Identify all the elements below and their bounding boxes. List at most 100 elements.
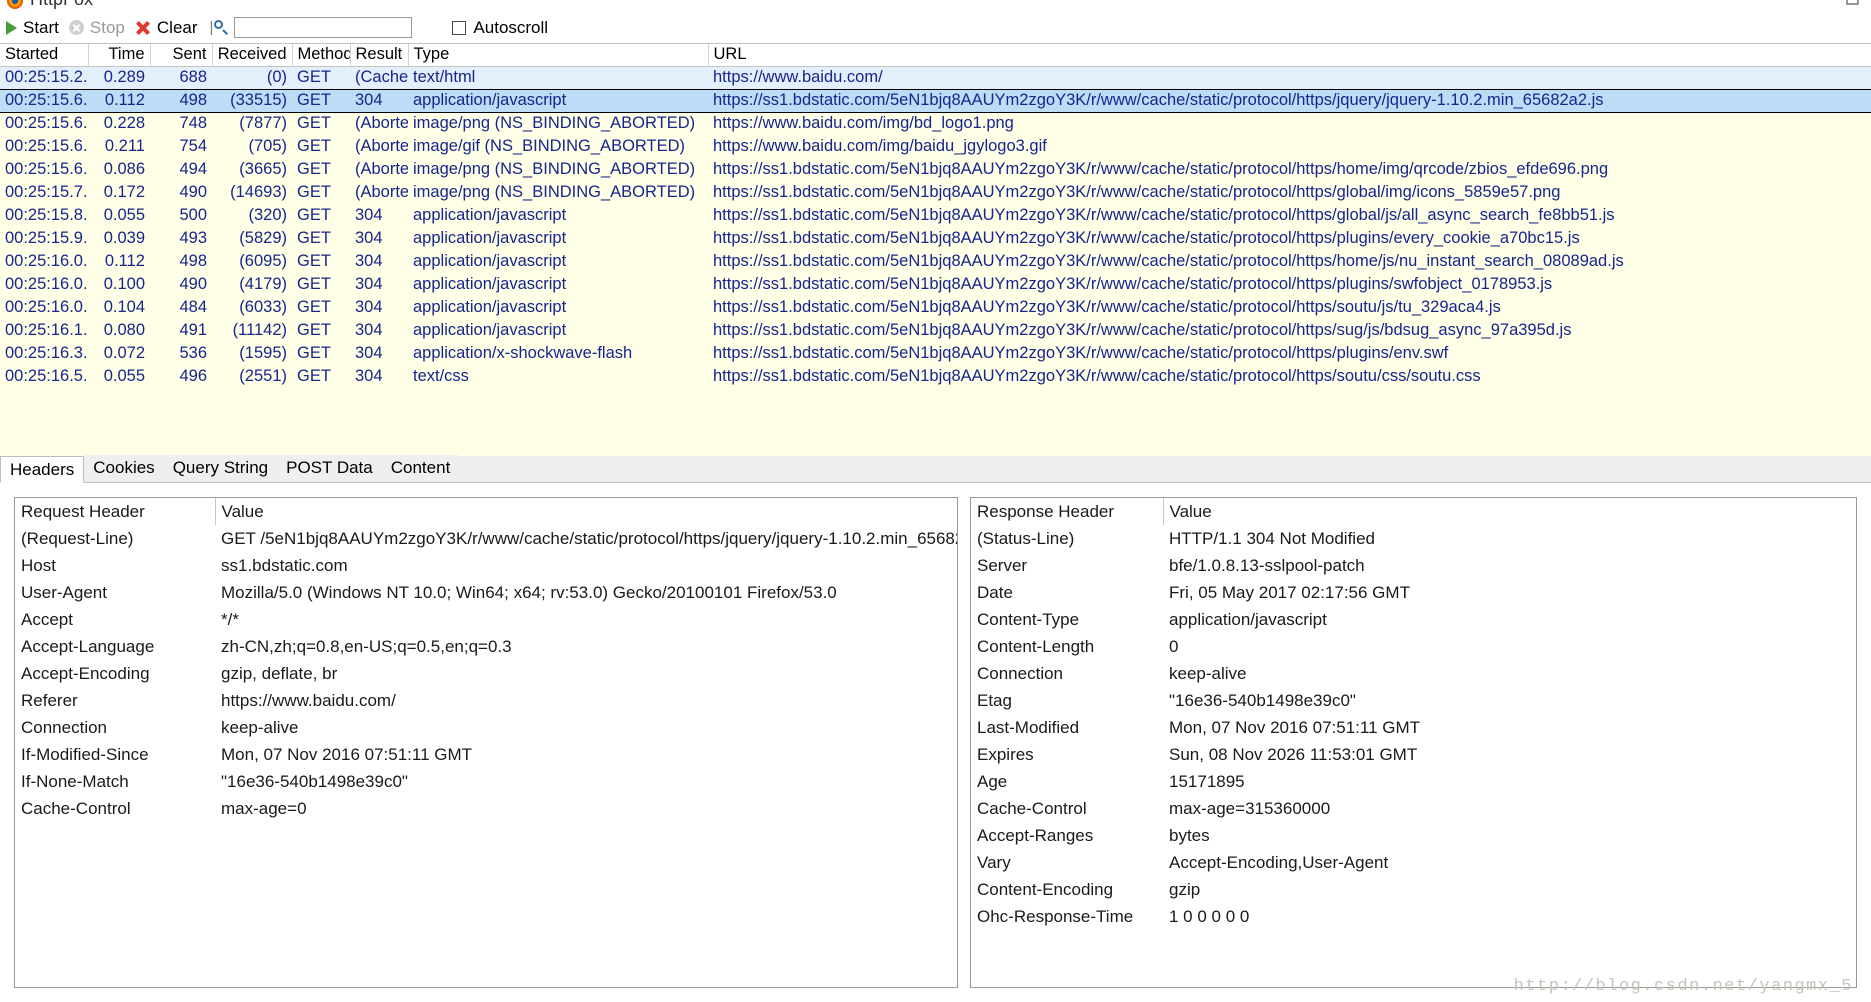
table-row[interactable]: 00:25:16.3... 0.072 536 (1595) GET 304 applica… (0, 342, 1871, 365)
header-row[interactable]: Cache-Control max-age=0 (15, 795, 957, 822)
header-row[interactable]: Server bfe/1.0.8.13-sslpool-patch (971, 552, 1856, 579)
header-row[interactable]: Connection keep-alive (971, 660, 1856, 687)
table-row[interactable]: 00:25:15.6...0.211754(705)GET(Aborted)im… (0, 135, 1871, 158)
header-value: HTTP/1.1 304 Not Modified (1169, 528, 1375, 548)
filter-input[interactable] (234, 17, 413, 38)
cell-type: image/png (NS_BINDING_ABORTED) (408, 158, 708, 181)
header-value: max-age=315360000 (1169, 798, 1331, 818)
stop-button[interactable]: Stop (68, 18, 125, 38)
table-row[interactable]: 00:25:16.0... 0.100 490 (4179) GET 304 applica… (0, 273, 1871, 296)
cell-result: 304 (350, 88, 408, 113)
column-header-result[interactable]: Result (350, 44, 409, 67)
search-icon[interactable] (214, 20, 229, 35)
header-row[interactable]: Age 15171895 (971, 768, 1856, 795)
header-row[interactable]: Accept-Ranges bytes (971, 822, 1856, 849)
column-header-url[interactable]: URL (708, 44, 1871, 67)
cell-method: GET (292, 273, 350, 296)
tab-cookies[interactable]: Cookies (84, 455, 164, 482)
header-name: Date (977, 582, 1013, 602)
header-row[interactable]: Last-Modified Mon, 07 Nov 2016 07:51:11 G… (971, 714, 1856, 741)
clear-button-label: Clear (156, 17, 198, 37)
column-header-type[interactable]: Type (408, 44, 709, 67)
header-name: Etag (977, 690, 1012, 710)
tab-headers[interactable]: Headers (0, 456, 85, 483)
header-row[interactable]: (Status-Line) HTTP/1.1 304 Not Modified (971, 525, 1856, 552)
table-row[interactable]: 00:25:15.6...0.086494(3665)GET(Aborted)i… (0, 158, 1871, 181)
cell-method: GET (292, 250, 350, 273)
header-row[interactable]: Etag "16e36-540b1498e39c0" (971, 687, 1856, 714)
checkbox-box[interactable] (452, 20, 467, 35)
header-row[interactable]: Content-Type application/javascript (971, 606, 1856, 633)
table-row[interactable]: 00:25:15.6... 0.112 498 (33515) GET 304 applic… (0, 88, 1871, 113)
column-header-received[interactable]: Received (212, 44, 293, 67)
table-row[interactable]: 00:25:16.0... 0.112 498 (6095) GET 304 applica… (0, 250, 1871, 273)
header-name: If-Modified-Since (21, 744, 149, 764)
header-value: 1 0 0 0 0 0 (1169, 906, 1250, 926)
column-header-method[interactable]: Method (292, 44, 351, 67)
cell-type: text/css (408, 365, 708, 388)
request-grid[interactable]: Started Time Sent Received Method Result… (0, 43, 1871, 456)
header-row[interactable]: Vary Accept-Encoding,User-Agent (971, 849, 1856, 876)
cell-method: GET (292, 112, 350, 135)
header-row[interactable]: Accept */* (15, 606, 957, 633)
header-row[interactable]: Content-Encoding gzip (971, 876, 1856, 903)
cell-result: 304 (350, 319, 408, 342)
header-name: Vary (977, 852, 1011, 872)
header-row[interactable]: Cache-Control max-age=315360000 (971, 795, 1856, 822)
request-headers-pane[interactable]: Request Header Value (Request-Line) GET /… (14, 497, 958, 988)
close-x-icon (135, 20, 151, 36)
table-row[interactable]: 00:25:16.5... 0.055 496 (2551) GET 304 text/cs… (0, 365, 1871, 388)
cell-started: 00:25:15.9... (0, 227, 88, 250)
header-row[interactable]: Accept-Language zh-CN,zh;q=0.8,en-US;q=0.… (15, 633, 957, 660)
header-value: */* (221, 609, 239, 629)
cell-method: GET (292, 135, 350, 158)
header-row[interactable]: Accept-Encoding gzip, deflate, br (15, 660, 957, 687)
table-row[interactable]: 00:25:16.0... 0.104 484 (6033) GET 304 applica… (0, 296, 1871, 319)
cell-started: 00:25:15.2... (0, 66, 88, 89)
cell-received: (1595) (212, 342, 292, 365)
cell-sent: 490 (150, 273, 212, 296)
request-value-column: Value (221, 501, 264, 521)
table-row[interactable]: 00:25:16.1... 0.080 491 (11142) GET 304 applic… (0, 319, 1871, 342)
column-header-time[interactable]: Time (88, 44, 151, 67)
header-name: Content-Type (977, 609, 1080, 629)
header-row[interactable]: If-None-Match "16e36-540b1498e39c0" (15, 768, 957, 795)
column-header-sent[interactable]: Sent (150, 44, 213, 67)
tab-content[interactable]: Content (381, 455, 460, 482)
column-header-started[interactable]: Started (0, 44, 89, 67)
header-row[interactable]: Ohc-Response-Time 1 0 0 0 0 0 (971, 903, 1856, 930)
header-value: zh-CN,zh;q=0.8,en-US;q=0.5,en;q=0.3 (221, 636, 512, 656)
cell-type: application/javascript (408, 250, 708, 273)
header-row[interactable]: Host ss1.bdstatic.com (15, 552, 957, 579)
cell-sent: 688 (150, 66, 212, 89)
header-row[interactable]: (Request-Line) GET /5eN1bjq8AAUYm2zgoY3K/… (15, 525, 957, 552)
header-value: gzip, deflate, br (221, 663, 338, 683)
header-value: GET /5eN1bjq8AAUYm2zgoY3K/r/www/cache/st… (221, 528, 957, 548)
header-row[interactable]: Referer https://www.baidu.com/ (15, 687, 957, 714)
header-row[interactable]: Connection keep-alive (15, 714, 957, 741)
header-value: ss1.bdstatic.com (221, 555, 348, 575)
cell-time: 0.172 (88, 181, 150, 204)
cell-method: GET (292, 66, 350, 89)
header-name: Connection (977, 663, 1064, 683)
header-name: Accept-Ranges (977, 825, 1094, 845)
table-row[interactable]: 00:25:15.7...0.172490(14693)GET(Aborted)… (0, 181, 1871, 204)
tab-query-string[interactable]: Query String (163, 455, 278, 482)
header-name: (Request-Line) (21, 528, 134, 548)
cell-result: (Aborted) (350, 135, 408, 158)
header-row[interactable]: Content-Length 0 (971, 633, 1856, 660)
table-row[interactable]: 00:25:15.8... 0.055 500 (320) GET 304 applicat… (0, 204, 1871, 227)
header-row[interactable]: User-Agent Mozilla/5.0 (Windows NT 10.0; … (15, 579, 957, 606)
response-headers-pane[interactable]: Response Header Value (Status-Line) HTTP/… (970, 497, 1857, 988)
table-row[interactable]: 00:25:15.9... 0.039 493 (5829) GET 304 applica… (0, 227, 1871, 250)
header-row[interactable]: Date Fri, 05 May 2017 02:17:56 GMT (971, 579, 1856, 606)
tab-post-data[interactable]: POST Data (277, 455, 382, 482)
start-button[interactable]: Start (6, 18, 59, 38)
maximize-icon[interactable] (1845, 0, 1863, 8)
autoscroll-checkbox[interactable]: Autoscroll (452, 18, 548, 38)
header-row[interactable]: Expires Sun, 08 Nov 2026 11:53:01 GMT (971, 741, 1856, 768)
table-row[interactable]: 00:25:15.2... 0.289 688 (0) GET (Cache) text/h… (0, 66, 1871, 89)
table-row[interactable]: 00:25:15.6...0.228748(7877)GET(Aborted)i… (0, 112, 1871, 135)
header-row[interactable]: If-Modified-Since Mon, 07 Nov 2016 07:51:… (15, 741, 957, 768)
clear-button[interactable]: Clear (135, 18, 198, 38)
